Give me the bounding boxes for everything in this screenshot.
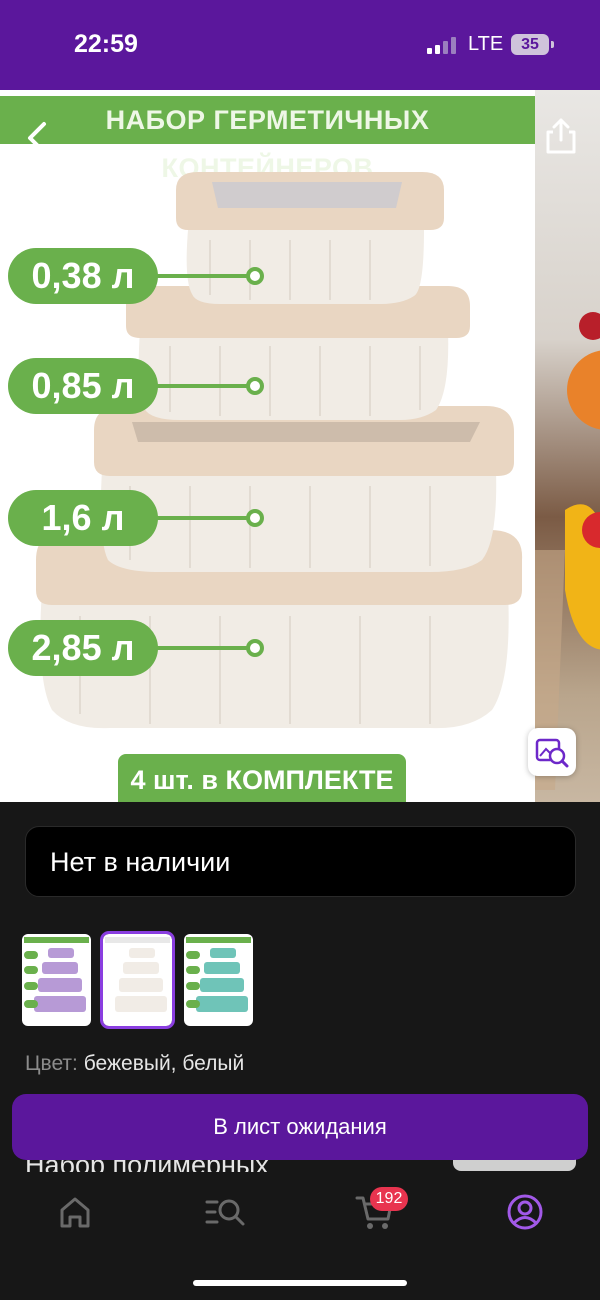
chevron-left-icon bbox=[28, 122, 46, 154]
volume-badge: 0,85 л bbox=[8, 358, 158, 414]
volume-badge: 2,85 л bbox=[8, 620, 158, 676]
signal-icon bbox=[427, 36, 461, 54]
variant-thumbnail-lilac[interactable] bbox=[22, 934, 91, 1026]
next-photo-preview[interactable] bbox=[535, 90, 600, 802]
volume-badge: 1,6 л bbox=[8, 490, 158, 546]
color-info: Цвет: бежевый, белый bbox=[25, 1052, 244, 1076]
status-time: 22:59 bbox=[74, 30, 138, 58]
image-search-icon bbox=[535, 738, 569, 768]
color-label: Цвет: bbox=[25, 1052, 78, 1075]
volume-dot bbox=[246, 377, 264, 395]
volume-pointer bbox=[150, 646, 250, 650]
back-button[interactable] bbox=[18, 118, 58, 158]
volume-dot bbox=[246, 267, 264, 285]
volume-badge: 0,38 л bbox=[8, 248, 158, 304]
tab-home[interactable] bbox=[53, 1190, 97, 1234]
home-icon bbox=[60, 1197, 90, 1228]
catalog-search-icon bbox=[205, 1199, 245, 1226]
profile-icon bbox=[507, 1194, 543, 1230]
kit-label: 4 шт. в КОМПЛЕКТЕ bbox=[118, 754, 406, 802]
network-type: LTE bbox=[468, 33, 504, 55]
volume-pointer bbox=[150, 516, 250, 520]
cart-count-badge: 192 bbox=[370, 1187, 408, 1211]
volume-dot bbox=[246, 639, 264, 657]
volume-dot bbox=[246, 509, 264, 527]
volume-pointer bbox=[150, 384, 250, 388]
battery-icon: 35 bbox=[511, 34, 554, 55]
share-button[interactable] bbox=[543, 116, 579, 156]
share-icon bbox=[546, 118, 576, 154]
waitlist-button[interactable]: В лист ожидания bbox=[12, 1094, 588, 1160]
stock-status-label: Нет в наличии bbox=[50, 847, 231, 877]
tab-catalog[interactable] bbox=[203, 1190, 247, 1234]
variant-thumbnail-beige[interactable] bbox=[100, 931, 175, 1029]
tab-profile[interactable] bbox=[503, 1190, 547, 1234]
status-bar: 22:59 LTE 35 bbox=[0, 0, 600, 90]
color-value: бежевый, белый bbox=[83, 1052, 245, 1075]
variant-thumbnail-mint[interactable] bbox=[184, 934, 253, 1026]
home-indicator[interactable] bbox=[193, 1280, 407, 1286]
product-gallery[interactable]: НАБОР ГЕРМЕТИЧНЫХ КОНТЕЙНЕРОВ 0,38 л 0,8… bbox=[0, 90, 600, 802]
stock-status: Нет в наличии bbox=[25, 826, 576, 897]
volume-pointer bbox=[150, 274, 250, 278]
visual-search-button[interactable] bbox=[528, 728, 576, 776]
battery-level: 35 bbox=[521, 36, 539, 53]
